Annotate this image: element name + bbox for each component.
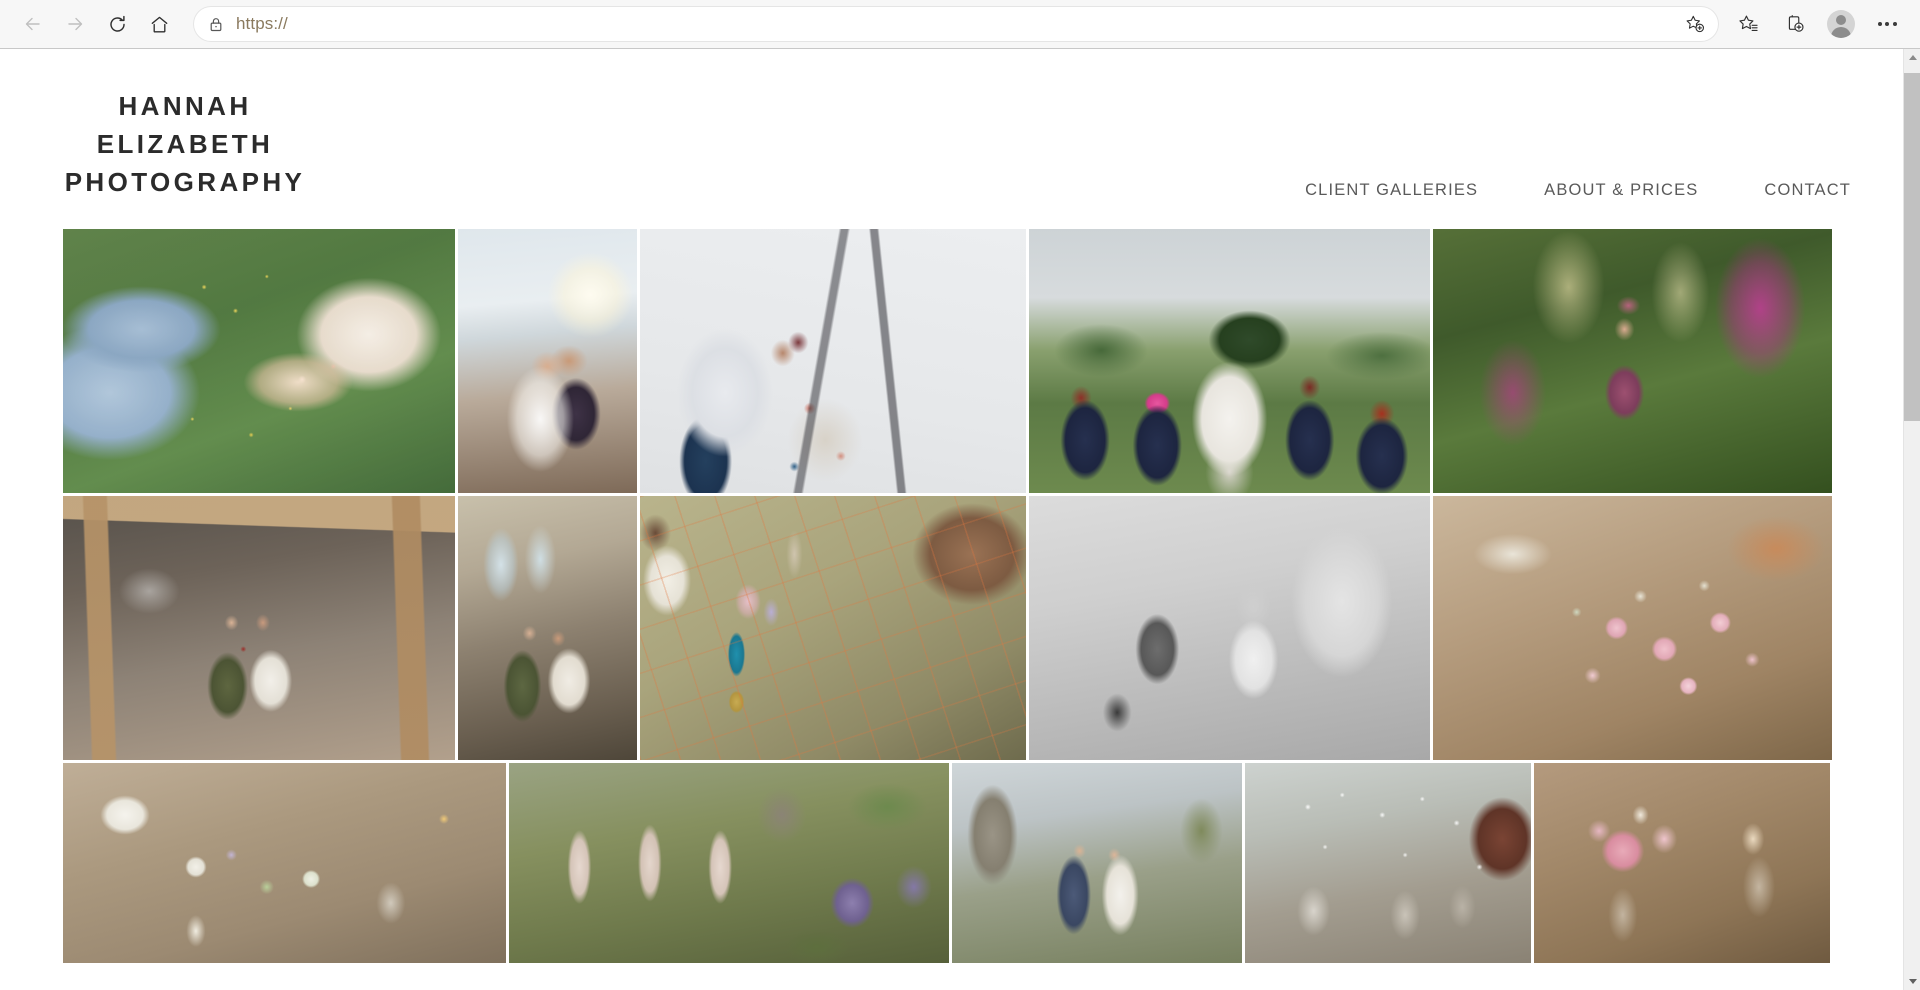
photo-bridesmaids-lavender <box>509 763 949 963</box>
website-page: HANNAH ELIZABETH PHOTOGRAPHY CLIENT GALL… <box>0 49 1903 990</box>
gallery-row <box>63 496 1851 760</box>
photo-church-ceremony <box>458 496 637 760</box>
photo-hands-ring <box>63 229 455 493</box>
profile-avatar[interactable] <box>1820 3 1862 45</box>
scroll-down-button[interactable] <box>1904 973 1920 990</box>
gallery-tile-bridesmaids-lavender[interactable] <box>509 763 949 963</box>
gallery-row <box>63 763 1851 963</box>
scrollbar-thumb[interactable] <box>1904 73 1920 421</box>
photo-just-married <box>63 496 455 760</box>
url-text[interactable]: https:// <box>236 14 1678 34</box>
gallery-tile-tweed-buttonhole[interactable] <box>640 496 1026 760</box>
photo-mother-child-bw <box>1029 496 1430 760</box>
navigation-buttons <box>12 3 180 45</box>
gallery-tile-confetti-throw[interactable] <box>1245 763 1531 963</box>
url-scheme: https:// <box>236 14 288 33</box>
gallery-tile-holi-powder[interactable] <box>1433 229 1832 493</box>
back-button[interactable] <box>12 3 54 45</box>
gallery-tile-pink-bouquet[interactable] <box>1433 496 1832 760</box>
collections-icon[interactable] <box>1774 3 1816 45</box>
chevron-up-icon <box>1908 55 1917 60</box>
nav-contact[interactable]: CONTACT <box>1764 181 1851 200</box>
logo-line-3: PHOTOGRAPHY <box>64 167 306 198</box>
nav-about-prices[interactable]: ABOUT & PRICES <box>1544 181 1698 200</box>
logo-line-2: ELIZABETH <box>96 129 274 160</box>
scroll-up-button[interactable] <box>1904 49 1920 66</box>
ellipsis-icon[interactable] <box>1866 3 1908 45</box>
lock-icon <box>208 16 224 33</box>
photo-tweed-buttonhole <box>640 496 1026 760</box>
photo-boatyard-kiss <box>458 229 637 493</box>
photo-holi-powder <box>1433 229 1832 493</box>
chevron-down-icon <box>1908 979 1917 984</box>
gallery-tile-hydrangea-jar[interactable] <box>1534 763 1830 963</box>
toolbar-actions <box>1728 3 1908 45</box>
photo-church-couple <box>952 763 1242 963</box>
gallery-tile-hands-ring[interactable] <box>63 229 455 493</box>
gallery-tile-church-couple[interactable] <box>952 763 1242 963</box>
forward-button[interactable] <box>54 3 96 45</box>
gallery-row <box>63 229 1851 493</box>
site-logo[interactable]: HANNAH ELIZABETH PHOTOGRAPHY <box>40 87 330 202</box>
gallery-tile-reception-table[interactable] <box>63 763 506 963</box>
nav-client-galleries[interactable]: CLIENT GALLERIES <box>1305 181 1478 200</box>
photo-confetti-throw <box>1245 763 1531 963</box>
page-viewport: HANNAH ELIZABETH PHOTOGRAPHY CLIENT GALL… <box>0 49 1920 990</box>
gallery-tile-boatyard-kiss[interactable] <box>458 229 637 493</box>
photo-gallery-grid <box>0 229 1903 963</box>
add-favorite-icon[interactable] <box>1678 9 1712 39</box>
gallery-tile-bridal-party[interactable] <box>1029 229 1430 493</box>
photo-hydrangea-jar <box>1534 763 1830 963</box>
site-navigation: CLIENT GALLERIES ABOUT & PRICES CONTACT <box>1305 181 1851 200</box>
gallery-tile-swing-kiss[interactable] <box>640 229 1026 493</box>
photo-reception-table <box>63 763 506 963</box>
vertical-scrollbar[interactable] <box>1903 49 1920 990</box>
logo-line-1: HANNAH <box>118 91 252 121</box>
address-bar[interactable]: https:// <box>194 7 1718 41</box>
photo-bridal-party <box>1029 229 1430 493</box>
photo-swing-kiss <box>640 229 1026 493</box>
home-button[interactable] <box>138 3 180 45</box>
gallery-tile-just-married[interactable] <box>63 496 455 760</box>
favorites-icon[interactable] <box>1728 3 1770 45</box>
browser-toolbar: https:// <box>0 0 1920 49</box>
gallery-tile-church-ceremony[interactable] <box>458 496 637 760</box>
avatar-glyph <box>1827 10 1855 38</box>
site-header: HANNAH ELIZABETH PHOTOGRAPHY CLIENT GALL… <box>0 49 1903 229</box>
gallery-tile-mother-child-bw[interactable] <box>1029 496 1430 760</box>
refresh-button[interactable] <box>96 3 138 45</box>
photo-pink-bouquet <box>1433 496 1832 760</box>
